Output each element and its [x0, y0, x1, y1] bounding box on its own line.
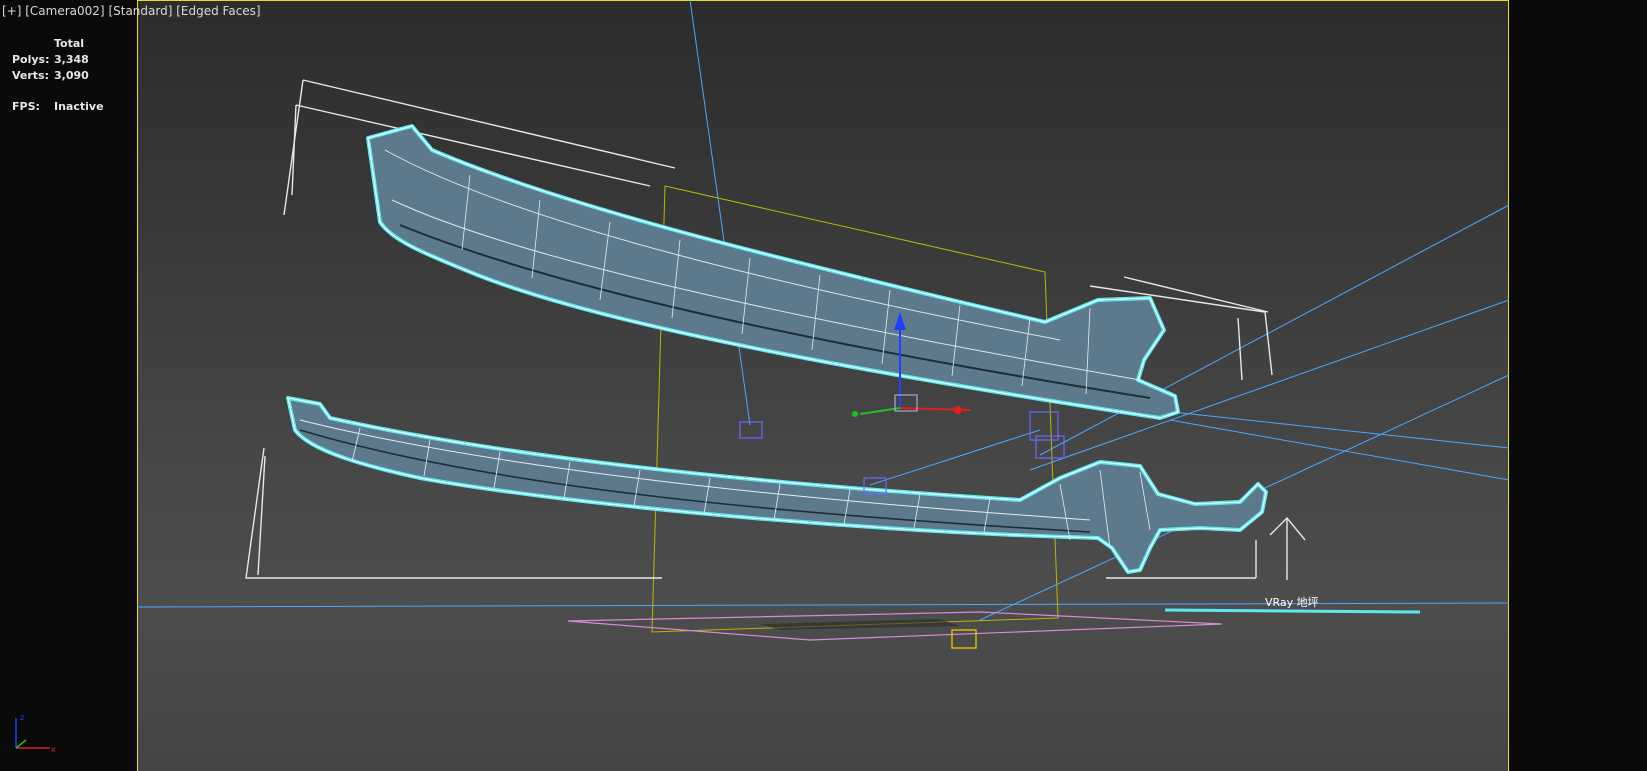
stats-verts-row: Verts: 3,090: [12, 68, 104, 84]
stats-polys-row: Polys: 3,348: [12, 52, 104, 68]
viewport-shading-menu[interactable]: [Standard]: [108, 4, 172, 18]
viewport-label-menu[interactable]: [+] [Camera002] [Standard] [Edged Faces]: [2, 4, 261, 18]
stats-total-header: Total: [54, 37, 85, 50]
scene-render[interactable]: [0, 0, 1647, 771]
verts-value: 3,090: [54, 69, 89, 82]
viewport-plus-menu[interactable]: [+]: [2, 4, 21, 18]
svg-text:x: x: [51, 745, 56, 754]
viewport-camera-menu[interactable]: [Camera002]: [25, 4, 104, 18]
svg-text:z: z: [20, 713, 24, 722]
viewport-display-mode-menu[interactable]: [Edged Faces]: [176, 4, 260, 18]
floor-shadow: [760, 619, 960, 630]
verts-label: Verts:: [12, 69, 50, 82]
polys-value: 3,348: [54, 53, 89, 66]
stats-fps-row: FPS: Inactive: [12, 99, 104, 115]
fps-value: Inactive: [54, 100, 104, 113]
vray-floor-label: VRay 地坪: [1265, 596, 1319, 609]
fps-label: FPS:: [12, 100, 40, 113]
vray-floor-selected-edge: [1164, 608, 1421, 614]
axis-tripod-icon: x z: [15, 713, 56, 754]
scene-statistics: Total Polys: 3,348 Verts: 3,090 FPS: Ina…: [12, 36, 104, 115]
polys-label: Polys:: [12, 53, 50, 66]
scabbard-mesh[interactable]: [366, 124, 1180, 420]
sword-mesh[interactable]: [286, 396, 1268, 574]
camera-target-icon[interactable]: [951, 629, 977, 649]
